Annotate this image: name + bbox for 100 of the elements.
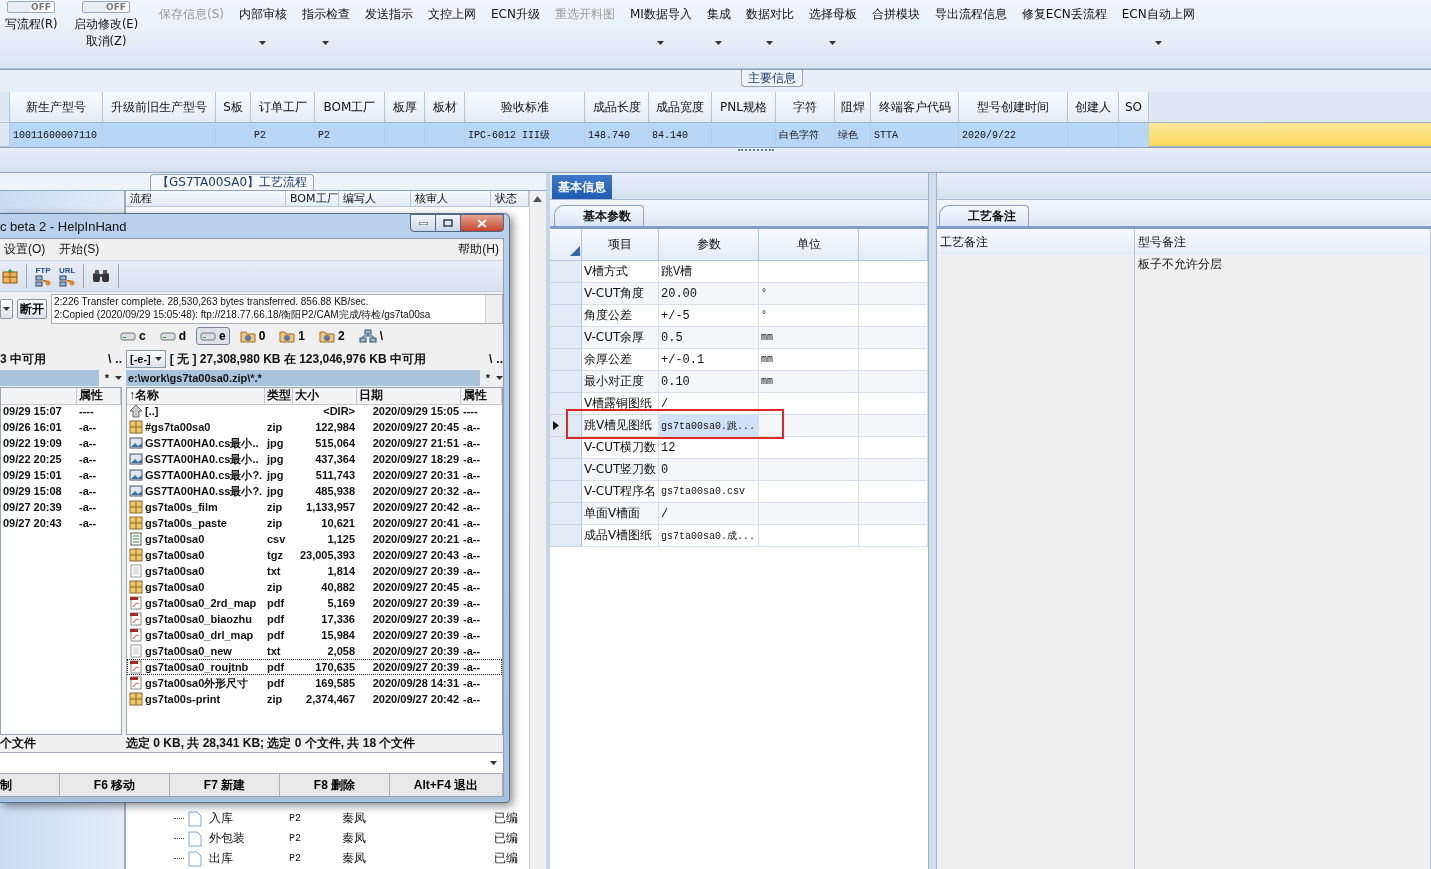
tree-item[interactable]: 外包装 [206, 830, 245, 847]
column-header[interactable]: 型号创建时间 [959, 92, 1068, 123]
path-field[interactable]: e:\work\gs7ta00sa0.zip\*.* [126, 370, 480, 386]
table-cell[interactable]: 0 [659, 459, 759, 481]
table-cell[interactable]: / [659, 393, 759, 415]
scroll-up-arrow-icon[interactable] [533, 196, 542, 202]
drive-button[interactable]: \ [354, 327, 388, 345]
menu-item[interactable]: 设置(O) [4, 241, 46, 258]
column-header[interactable]: 属性 [77, 387, 121, 405]
column-header[interactable] [1, 387, 77, 405]
filter-text[interactable]: * [104, 372, 109, 384]
file-name[interactable]: gs7ta00s_film [127, 500, 265, 514]
close-button[interactable] [460, 214, 504, 232]
column-header[interactable]: 阻焊 [835, 92, 871, 123]
column-header[interactable]: 项目 [582, 229, 659, 261]
table-cell[interactable]: +/-0.1 [659, 349, 759, 371]
column-header[interactable]: 板材 [425, 92, 465, 123]
ribbon-command[interactable]: 文控上网 [427, 4, 477, 47]
column-header[interactable]: 验收标准 [465, 92, 585, 123]
drive-select[interactable]: [-e-] [126, 350, 166, 368]
column-header[interactable]: 新生产型号 [10, 92, 103, 123]
splitter[interactable] [928, 173, 937, 869]
column-header[interactable]: 订单工厂 [251, 92, 315, 123]
table-cell[interactable]: 20.00 [659, 283, 759, 305]
column-header[interactable]: 终端客户代码 [871, 92, 959, 123]
column-header[interactable]: 型号备注 [1135, 229, 1431, 256]
sub-tab[interactable]: 工艺备注 [939, 205, 1029, 226]
dropdown-button[interactable] [0, 299, 13, 319]
drive-button[interactable]: c [115, 327, 150, 345]
function-key-button[interactable]: F7 新建 [170, 774, 280, 796]
command-line-field[interactable] [0, 752, 503, 774]
root-link[interactable]: \ [489, 352, 493, 366]
table-cell[interactable]: 0.10 [659, 371, 759, 393]
connect-button[interactable]: URL [59, 263, 76, 289]
column-header[interactable]: ↑名称 [127, 387, 265, 405]
column-header[interactable]: 工艺备注 [937, 229, 1135, 256]
ribbon-command[interactable]: 发送指示 [364, 4, 414, 47]
splitter-grip[interactable] [737, 149, 774, 154]
menu-item[interactable]: 帮助(H) [458, 241, 499, 258]
tree-item[interactable]: 出库 [206, 850, 233, 867]
column-header[interactable]: BOM工厂 [286, 191, 339, 207]
function-key-button[interactable]: F8 删除 [280, 774, 390, 796]
minimize-button[interactable] [410, 214, 436, 232]
column-header[interactable]: 创建人 [1068, 92, 1119, 123]
ribbon-command[interactable]: 集成 [705, 4, 732, 47]
parent-link[interactable]: .. [496, 352, 503, 366]
table-cell[interactable]: 12 [659, 437, 759, 459]
drive-button[interactable]: d [155, 327, 190, 345]
file-name[interactable]: gs7ta00sa0 [127, 580, 265, 594]
ribbon-command[interactable]: 数据对比 [744, 4, 795, 47]
file-name[interactable]: gs7ta00sa0_2rd_map [127, 596, 265, 610]
column-header[interactable]: 成品宽度 [649, 92, 712, 123]
ribbon-label[interactable]: 启动修改(E) [73, 16, 139, 33]
ribbon-command[interactable]: MI数据导入 [628, 4, 693, 47]
disconnect-button[interactable]: 断开 [17, 299, 47, 319]
scrollbar[interactable] [529, 191, 546, 869]
file-name[interactable]: [..] [127, 404, 265, 418]
file-name[interactable]: gs7ta00sa0 [127, 548, 265, 562]
filter-text[interactable]: * [485, 372, 490, 384]
column-header[interactable]: SO [1119, 92, 1149, 123]
file-name[interactable]: gs7ta00sa0 [127, 532, 265, 546]
column-header[interactable]: 成品长度 [585, 92, 649, 123]
file-name[interactable]: #gs7ta00sa0 [127, 420, 265, 434]
ribbon-command[interactable]: 选择母板 [807, 4, 858, 47]
path-field[interactable] [0, 370, 99, 386]
maximize-button[interactable] [435, 214, 461, 232]
table-cell[interactable]: gs7ta00sa0.成... [659, 525, 759, 547]
drive-button[interactable]: 0 [235, 327, 270, 345]
column-header[interactable]: 参数 [659, 229, 759, 261]
file-name[interactable]: gs7ta00sa0_biaozhu [127, 612, 265, 626]
column-header[interactable]: 升级前旧生产型号 [103, 92, 216, 123]
column-header[interactable]: 日期 [357, 387, 461, 405]
function-key-button[interactable]: F6 移动 [60, 774, 170, 796]
file-name[interactable]: GS7TA00HA0.cs最小?. [127, 467, 265, 483]
ribbon-command[interactable]: 合拼模块 [870, 4, 921, 47]
function-key-button[interactable]: 制 [0, 774, 60, 796]
toggle-switch[interactable]: OFF [82, 1, 130, 13]
root-link[interactable]: \ [108, 352, 112, 366]
ribbon-command[interactable]: 修复ECN丢流程 [1020, 4, 1108, 47]
sub-tab[interactable]: 基本参数 [554, 205, 644, 226]
ribbon-command[interactable]: 内部审核 [238, 4, 288, 47]
file-name[interactable]: GS7TA00HA0.ss最小?. [127, 483, 265, 499]
ribbon-command[interactable]: 指示检查 [301, 4, 351, 47]
ribbon-command[interactable]: ECN自动上网 [1120, 4, 1196, 47]
column-header[interactable]: BOM工厂 [315, 92, 385, 123]
row-header[interactable] [550, 415, 582, 437]
column-header[interactable]: 编写人 [339, 191, 411, 207]
connect-button[interactable]: FTP [35, 263, 51, 289]
drive-button[interactable]: e [195, 327, 230, 345]
menu-item[interactable]: 开始(S) [59, 241, 100, 258]
column-header[interactable]: 大小 [293, 387, 357, 405]
file-name[interactable]: gs7ta00sa0_drl_map [127, 628, 265, 642]
column-header[interactable]: 单位 [759, 229, 859, 261]
ribbon-label[interactable]: 写流程(R) [4, 16, 58, 33]
column-header[interactable]: 板厚 [385, 92, 425, 123]
column-header[interactable]: 核审人 [411, 191, 491, 207]
tree-item[interactable]: 入库 [206, 810, 233, 827]
ribbon-command[interactable]: 导出流程信息 [933, 4, 1008, 47]
table-cell[interactable]: gs7ta00sa0.跳... [659, 415, 759, 437]
drive-button[interactable]: 2 [315, 327, 349, 345]
